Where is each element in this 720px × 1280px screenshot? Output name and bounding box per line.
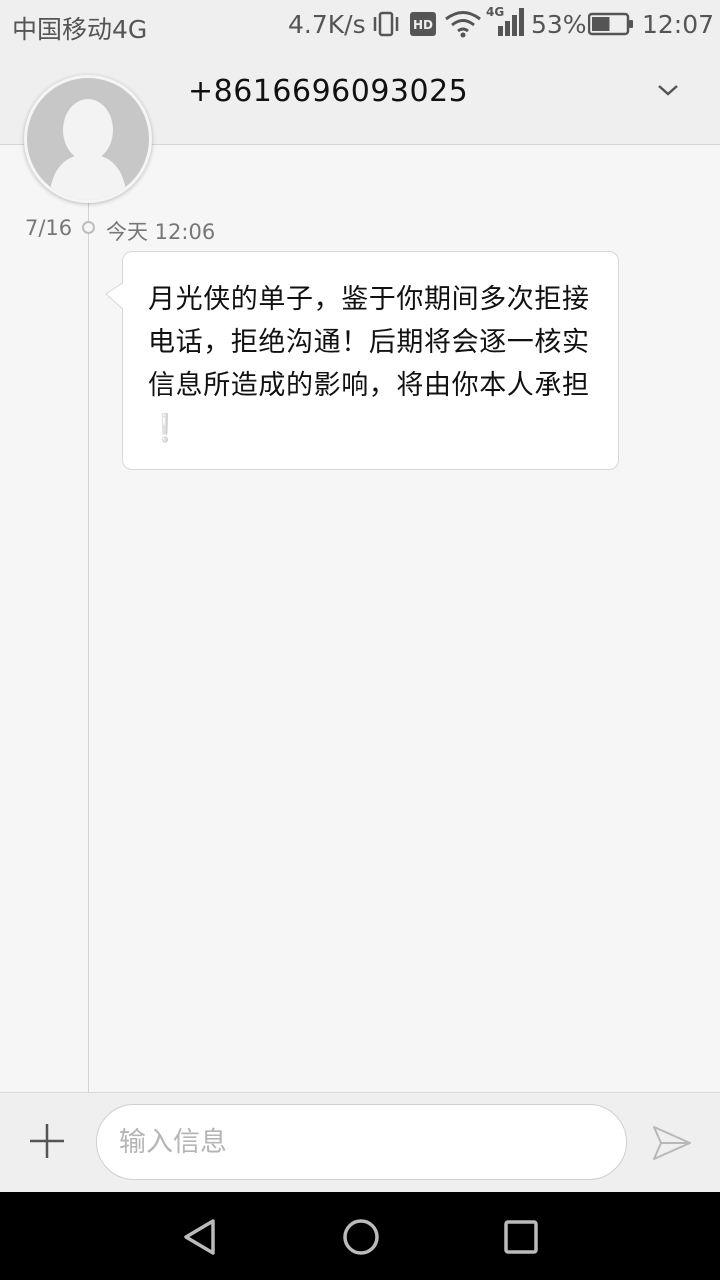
- wifi-icon: [445, 11, 481, 38]
- send-icon[interactable]: [651, 1123, 693, 1163]
- contact-number[interactable]: +8616696093025: [188, 74, 468, 109]
- person-silhouette-icon: [49, 99, 127, 200]
- hd-icon: HD: [410, 12, 436, 36]
- recents-square-icon[interactable]: [502, 1218, 540, 1256]
- message-input[interactable]: [96, 1104, 627, 1180]
- message-composer: [0, 1092, 720, 1192]
- navigation-bar: [0, 1192, 720, 1280]
- message-text: 月光侠的单子，鉴于你期间多次拒接电话，拒绝沟通！后期将会逐一核实信息所造成的影响…: [148, 278, 598, 450]
- message-time: 今天 12:06: [106, 220, 216, 244]
- message-body: 月光侠的单子，鉴于你期间多次拒接电话，拒绝沟通！后期将会逐一核实信息所造成的影响…: [148, 284, 590, 401]
- carrier-name: 中国移动4G: [12, 15, 148, 44]
- network-speed: 4.7K/s: [288, 10, 366, 39]
- exclamation-emoji: ❕: [148, 413, 183, 444]
- contact-avatar[interactable]: [24, 75, 152, 203]
- status-bar: 中国移动4G 4.7K/s HD 4G 53% 12:07: [0, 0, 720, 50]
- back-triangle-icon[interactable]: [180, 1217, 220, 1257]
- bubble-tail: [105, 282, 126, 312]
- plus-icon[interactable]: [26, 1120, 68, 1162]
- network-type-label: 4G: [486, 5, 504, 19]
- message-date: 7/16: [25, 216, 73, 240]
- hd-badge-text: HD: [413, 18, 433, 32]
- signal-icon: 4G: [486, 5, 524, 36]
- battery-icon: [588, 12, 633, 36]
- clock: 12:07: [642, 10, 715, 39]
- timeline-line: [88, 145, 89, 1092]
- incoming-message-bubble[interactable]: 月光侠的单子，鉴于你期间多次拒接电话，拒绝沟通！后期将会逐一核实信息所造成的影响…: [122, 251, 619, 470]
- timeline-dot: [82, 221, 95, 234]
- chevron-down-icon[interactable]: [650, 72, 686, 108]
- home-circle-icon[interactable]: [340, 1216, 382, 1258]
- battery-percent: 53%: [531, 10, 587, 39]
- sms-conversation-screen: 中国移动4G 4.7K/s HD 4G 53% 12:07 +861669609…: [0, 0, 720, 1280]
- vibrate-icon: [373, 11, 399, 37]
